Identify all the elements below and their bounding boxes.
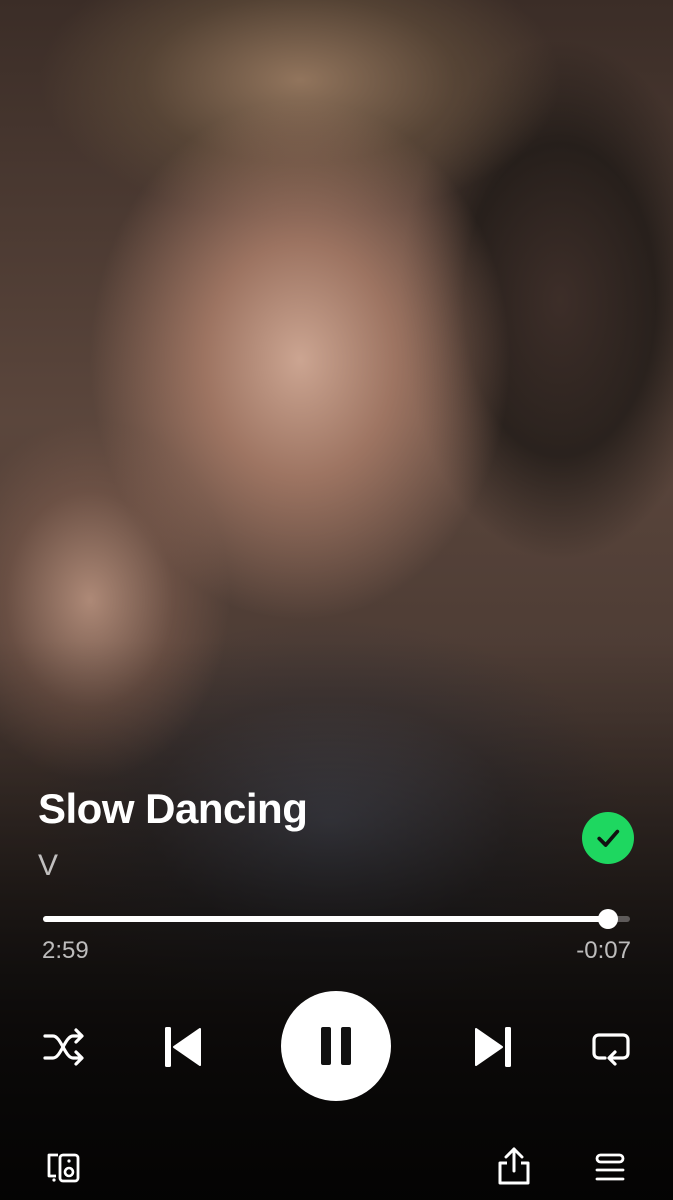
- now-playing-screen: Slow Dancing V 2:59 -0:07: [0, 0, 673, 1200]
- elapsed-time: 2:59: [42, 937, 89, 964]
- skip-previous-icon: [165, 1027, 201, 1067]
- shuffle-icon: [43, 1028, 84, 1066]
- connect-devices-icon: [47, 1153, 80, 1183]
- shuffle-button[interactable]: [38, 1024, 90, 1070]
- pause-icon: [321, 1027, 351, 1065]
- repeat-button[interactable]: [588, 1024, 634, 1070]
- queue-button[interactable]: [590, 1148, 630, 1188]
- previous-button[interactable]: [156, 1020, 210, 1074]
- check-icon: [597, 829, 620, 847]
- remaining-time: -0:07: [576, 937, 631, 964]
- play-pause-button[interactable]: [281, 991, 391, 1101]
- track-info: Slow Dancing V: [38, 782, 553, 886]
- progress-bar[interactable]: [43, 909, 630, 929]
- devices-button[interactable]: [44, 1148, 84, 1188]
- skip-next-icon: [475, 1027, 511, 1067]
- track-title[interactable]: Slow Dancing: [38, 782, 553, 836]
- next-button[interactable]: [466, 1020, 520, 1074]
- progress-knob[interactable]: [597, 909, 618, 929]
- liked-button[interactable]: [582, 812, 634, 864]
- progress-fill: [43, 916, 608, 922]
- queue-icon: [595, 1153, 625, 1181]
- track-artist[interactable]: V: [38, 846, 553, 886]
- repeat-icon: [592, 1033, 630, 1066]
- share-icon: [498, 1147, 530, 1185]
- share-button[interactable]: [494, 1144, 534, 1188]
